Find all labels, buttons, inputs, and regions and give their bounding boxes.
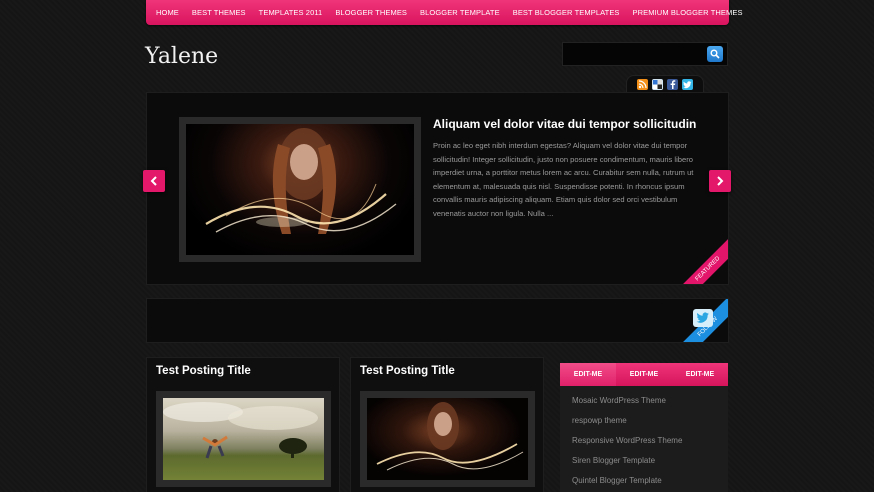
search-icon: [710, 49, 720, 59]
sidebar-link[interactable]: Responsive WordPress Theme: [572, 434, 728, 454]
chevron-left-icon: [150, 176, 157, 186]
post-thumbnail[interactable]: [163, 398, 324, 480]
post-thumbnail-frame: [156, 391, 331, 487]
slide-image[interactable]: [186, 124, 414, 255]
site-logo[interactable]: Yalene: [145, 44, 218, 69]
post-card: Test Posting Title: [146, 357, 340, 492]
nav-item-best-themes[interactable]: BEST THEMES: [192, 8, 246, 17]
slide-excerpt: Proin ac leo eget nibh interdum egestas?…: [433, 141, 694, 218]
post-title[interactable]: Test Posting Title: [360, 365, 455, 377]
post-card: Test Posting Title: [350, 357, 544, 492]
nav-item-blogger-template[interactable]: BLOGGER TEMPLATE: [420, 8, 500, 17]
slide-image-frame: [179, 117, 421, 262]
nav-item-best-blogger-templates[interactable]: BEST BLOGGER TEMPLATES: [513, 8, 620, 17]
post-title[interactable]: Test Posting Title: [156, 365, 251, 377]
sidebar-link[interactable]: Quintel Blogger Template: [572, 474, 728, 492]
sidebar-link[interactable]: Siren Blogger Template: [572, 454, 728, 474]
twitter-bird-icon[interactable]: [693, 309, 713, 327]
nav-item-templates-2011[interactable]: TEMPLATES 2011: [259, 8, 323, 17]
search-input[interactable]: [563, 43, 703, 65]
search-button[interactable]: [707, 46, 723, 62]
rss-icon[interactable]: [637, 79, 648, 90]
facebook-icon[interactable]: [667, 79, 678, 90]
sidebar-tab-1[interactable]: EDIT-ME: [560, 363, 616, 386]
nav-item-premium-blogger-themes[interactable]: PREMIUM BLOGGER THEMES: [633, 8, 743, 17]
slider-prev-button[interactable]: [143, 170, 165, 192]
sidebar-tab-2[interactable]: EDIT-ME: [616, 363, 672, 386]
social-icons: [626, 75, 704, 93]
sidebar-widget: EDIT-ME EDIT-ME EDIT-ME Mosaic WordPress…: [560, 363, 728, 492]
delicious-icon[interactable]: [652, 79, 663, 90]
slider-next-button[interactable]: [709, 170, 731, 192]
sidebar-link[interactable]: respowp theme: [572, 414, 728, 434]
search-box: [562, 42, 728, 66]
sidebar-list: Mosaic WordPress Theme respowp theme Res…: [560, 386, 728, 492]
nav-item-blogger-themes[interactable]: BLOGGER THEMES: [335, 8, 407, 17]
twitter-icon[interactable]: [682, 79, 693, 90]
follow-bar: FOLLOW: [146, 298, 729, 343]
post-thumbnail[interactable]: [367, 398, 528, 480]
post-thumbnail-frame: [360, 391, 535, 487]
sidebar-tab-3[interactable]: EDIT-ME: [672, 363, 728, 386]
top-navigation: HOME BEST THEMES TEMPLATES 2011 BLOGGER …: [146, 0, 742, 25]
sidebar-link[interactable]: Mosaic WordPress Theme: [572, 394, 728, 414]
slide-title[interactable]: Aliquam vel dolor vitae dui tempor solli…: [433, 117, 696, 131]
nav-item-home[interactable]: HOME: [156, 8, 179, 17]
chevron-right-icon: [717, 176, 724, 186]
featured-ribbon: FEATURED: [674, 235, 728, 284]
featured-slider: Aliquam vel dolor vitae dui tempor solli…: [146, 92, 729, 285]
sidebar-tabs: EDIT-ME EDIT-ME EDIT-ME: [560, 363, 728, 386]
